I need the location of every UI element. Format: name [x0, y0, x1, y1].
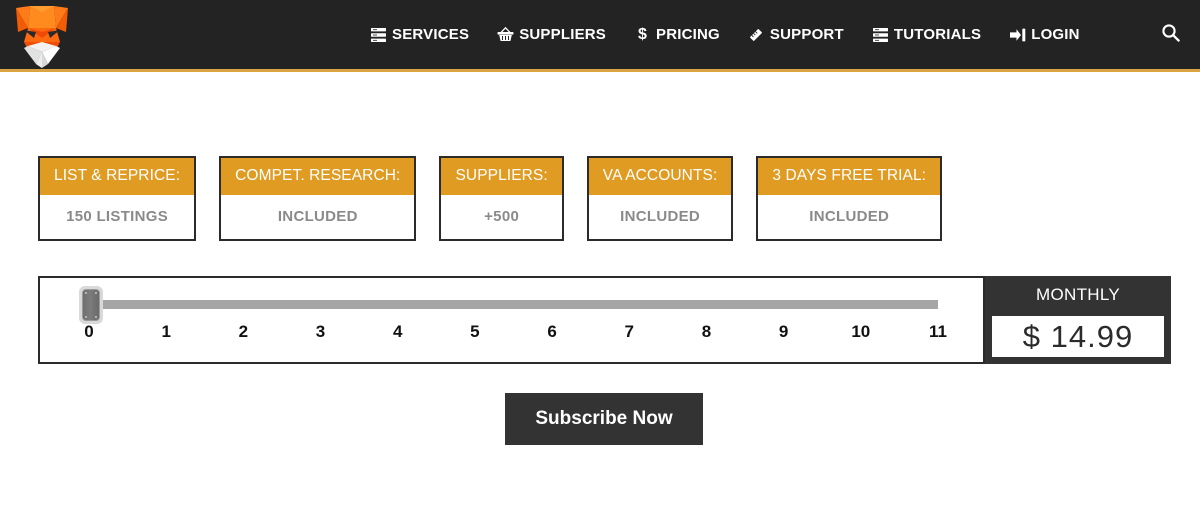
billing-period-label: MONTHLY	[1036, 285, 1120, 304]
feature-card-title: 3 DAYS FREE TRIAL:	[758, 158, 941, 195]
slider-tick: 7	[624, 322, 634, 341]
feature-card: COMPET. RESEARCH: INCLUDED	[219, 156, 417, 241]
nav-label-tutorials: TUTORIALS	[893, 26, 982, 43]
basket-icon	[497, 26, 514, 43]
slider-tick: 2	[238, 322, 249, 341]
slider-tick: 10	[851, 322, 871, 341]
slider-tick-labels: 0 1 2 3 4 5 6 7 8 9 10 11	[40, 322, 983, 346]
search-icon	[1161, 23, 1180, 47]
pricing-slider-row: 0 1 2 3 4 5 6 7 8 9 10 11 MONTHLY $ 14.99	[38, 276, 1171, 364]
slider-tick: 3	[315, 322, 326, 341]
slider-tick: 6	[547, 322, 557, 341]
slider-tick: 4	[392, 322, 403, 341]
nav-label-suppliers: SUPPLIERS	[519, 26, 607, 43]
price-panel: MONTHLY $ 14.99	[985, 276, 1171, 364]
nav-item-services[interactable]: SERVICES	[370, 26, 469, 43]
price-amount: $ 14.99	[992, 316, 1164, 357]
server-stack-icon	[872, 26, 889, 43]
slider-tick: 8	[701, 322, 712, 341]
feature-card-title: VA ACCOUNTS:	[588, 158, 732, 195]
search-button[interactable]	[1150, 0, 1190, 69]
top-navbar: SERVICES SUPPLIERS $ PRICING SUPPORT TUT…	[0, 0, 1200, 72]
feature-cards: LIST & REPRICE: 150 LISTINGS COMPET. RES…	[38, 156, 943, 241]
feature-card-title: SUPPLIERS:	[441, 158, 562, 195]
slider-tick: 11	[929, 322, 947, 341]
feature-card: SUPPLIERS: +500	[439, 156, 564, 241]
fox-logo[interactable]	[10, 2, 74, 70]
slider-tick: 1	[161, 322, 171, 341]
feature-card: VA ACCOUNTS: INCLUDED	[586, 156, 734, 241]
pencil-ruler-icon	[748, 26, 765, 43]
nav-label-login: LOGIN	[1031, 26, 1080, 43]
feature-card: 3 DAYS FREE TRIAL: INCLUDED	[756, 156, 943, 241]
nav-item-pricing[interactable]: $ PRICING	[634, 26, 720, 43]
nav-label-support: SUPPORT	[769, 26, 844, 43]
feature-card-value: +500	[484, 208, 520, 225]
feature-card-value: INCLUDED	[809, 208, 890, 225]
dollar-icon: $	[637, 25, 648, 43]
nav-label-services: SERVICES	[392, 26, 470, 43]
listings-slider[interactable]: 0 1 2 3 4 5 6 7 8 9 10 11	[38, 276, 985, 364]
nav-links: SERVICES SUPPLIERS $ PRICING SUPPORT TUT…	[370, 0, 1080, 69]
slider-track[interactable]	[88, 300, 938, 309]
slider-handle[interactable]	[79, 286, 103, 324]
feature-card-value: INCLUDED	[620, 208, 701, 225]
slider-tick: 0	[84, 322, 94, 341]
feature-card-value: INCLUDED	[277, 208, 358, 225]
nav-item-suppliers[interactable]: SUPPLIERS	[497, 26, 606, 43]
feature-card: LIST & REPRICE: 150 LISTINGS	[38, 156, 197, 241]
nav-item-tutorials[interactable]: TUTORIALS	[872, 26, 981, 43]
server-stack-icon	[370, 26, 387, 43]
subscribe-button[interactable]: Subscribe Now	[505, 393, 703, 445]
feature-card-title: LIST & REPRICE:	[40, 158, 195, 195]
slider-tick: 9	[778, 322, 789, 341]
feature-card-title: COMPET. RESEARCH:	[221, 158, 415, 195]
nav-item-support[interactable]: SUPPORT	[748, 26, 844, 43]
slider-tick: 5	[470, 322, 480, 341]
nav-label-pricing: PRICING	[656, 26, 720, 43]
nav-item-login[interactable]: LOGIN	[1009, 26, 1080, 43]
sign-in-icon	[1009, 26, 1026, 43]
feature-card-value: 150 LISTINGS	[66, 208, 169, 225]
